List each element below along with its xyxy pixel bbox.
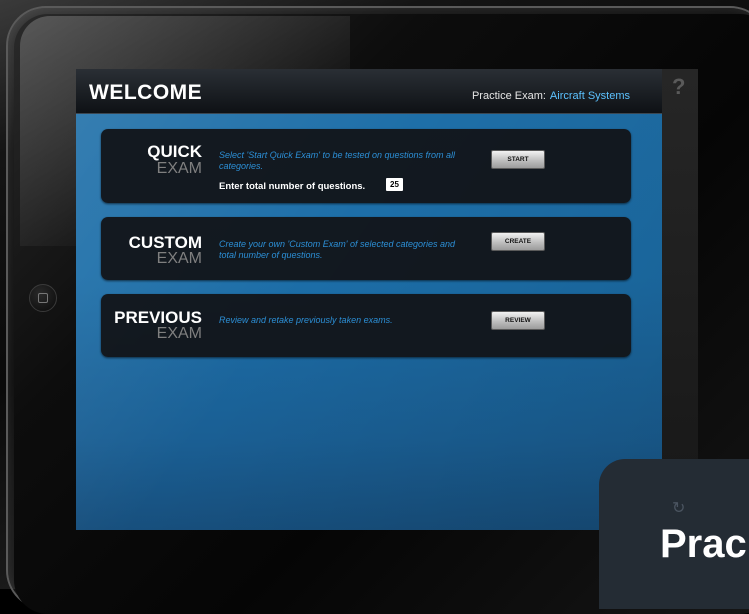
previous-exam-subtitle: EXAM bbox=[156, 325, 202, 342]
overlay-text: Prac bbox=[660, 522, 747, 566]
rotate-icon: ↻ bbox=[672, 500, 686, 517]
quick-exam-title: QUICK bbox=[147, 142, 202, 161]
quick-exam-card: QUICK EXAM Select 'Start Quick Exam' to … bbox=[101, 129, 631, 203]
app-screen: WELCOME Practice Exam: Aircraft Systems Q… bbox=[76, 69, 662, 530]
home-square-icon bbox=[38, 293, 48, 303]
previous-exam-card: PREVIOUS EXAM Review and retake previous… bbox=[101, 294, 631, 357]
page-title: WELCOME bbox=[89, 81, 203, 104]
app-header: WELCOME Practice Exam: Aircraft Systems bbox=[76, 69, 662, 114]
custom-exam-card: CUSTOM EXAM Create your own 'Custom Exam… bbox=[101, 217, 631, 280]
tablet-device: WELCOME Practice Exam: Aircraft Systems Q… bbox=[0, 0, 749, 614]
practice-exam-subject[interactable]: Aircraft Systems bbox=[550, 90, 630, 102]
help-icon[interactable]: ? bbox=[672, 74, 685, 100]
practice-exam-prefix: Practice Exam: bbox=[471, 90, 546, 102]
practice-exam-label: Practice Exam: Aircraft Systems bbox=[472, 90, 630, 102]
quick-exam-description: Select 'Start Quick Exam' to be tested o… bbox=[219, 150, 456, 171]
custom-exam-title: CUSTOM bbox=[128, 233, 202, 252]
home-button[interactable] bbox=[29, 284, 57, 312]
custom-exam-subtitle: EXAM bbox=[156, 250, 202, 267]
review-button[interactable]: REVIEW bbox=[491, 311, 545, 330]
previous-exam-description: Review and retake previously taken exams… bbox=[219, 315, 393, 325]
previous-exam-title: PREVIOUS bbox=[114, 308, 202, 327]
question-count-input[interactable]: 25 bbox=[386, 178, 403, 191]
question-count-label: Enter total number of questions. bbox=[219, 181, 366, 192]
quick-exam-subtitle: EXAM bbox=[156, 160, 202, 177]
create-button[interactable]: CREATE bbox=[491, 232, 545, 251]
custom-exam-description: Create your own 'Custom Exam' of selecte… bbox=[219, 239, 456, 260]
start-button[interactable]: START bbox=[491, 150, 545, 169]
